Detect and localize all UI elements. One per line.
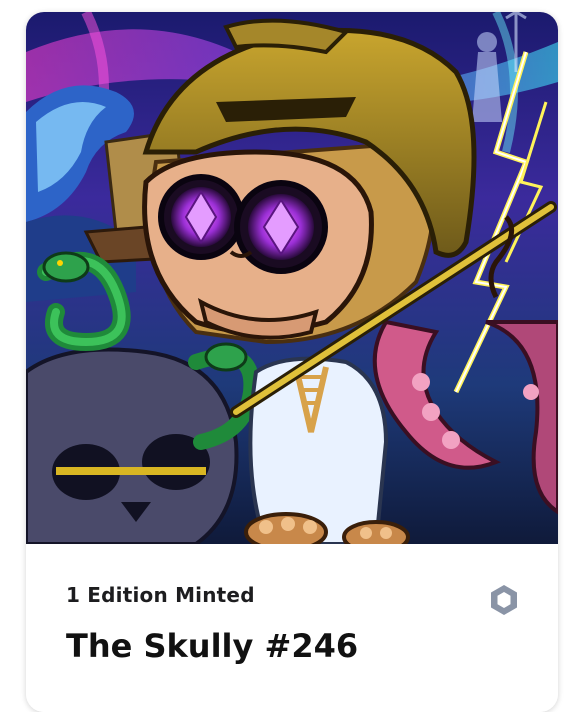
nft-title[interactable]: The Skully #246 (66, 627, 358, 665)
hexagon-chain-icon[interactable] (484, 580, 524, 620)
nft-page: 1 Edition Minted The Skully #246 (0, 0, 584, 712)
nft-card[interactable]: 1 Edition Minted The Skully #246 (26, 12, 558, 712)
edition-count-label: 1 Edition Minted (66, 583, 255, 607)
nft-info-panel: 1 Edition Minted The Skully #246 (26, 544, 558, 712)
nft-artwork-image[interactable] (26, 12, 558, 544)
